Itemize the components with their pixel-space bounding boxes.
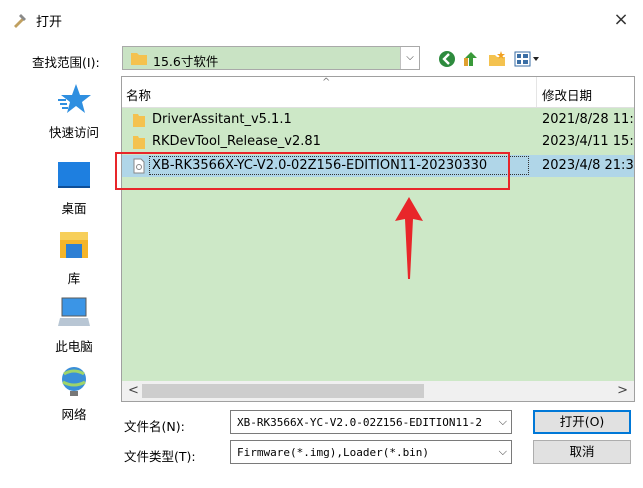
back-icon[interactable] [438,50,456,68]
horizontal-scrollbar[interactable]: < > [122,381,634,401]
file-date: 2021/8/28 11: [542,112,634,127]
open-button[interactable]: 打开(O) [533,410,631,434]
up-folder-icon[interactable] [462,50,480,68]
place-library[interactable]: 库 [30,228,118,292]
chevron-down-icon[interactable]: ⌵ [400,47,419,69]
file-row[interactable]: RKDevTool_Release_v2.81 2023/4/11 15: [122,131,634,153]
view-menu-icon[interactable] [514,50,540,68]
column-name[interactable]: 名称 [126,85,151,104]
places-bar: 快速访问 桌面 库 此电脑 网络 [30,76,118,446]
library-icon [60,232,88,258]
filename-label: 文件名(N): [124,419,185,434]
column-divider[interactable] [536,77,537,107]
title-bar: 打开 × [0,0,643,40]
network-icon [62,367,86,396]
window-title: 打开 [36,15,63,30]
cancel-button[interactable]: 取消 [533,440,631,464]
filename-value: XB-RK3566X-YC-V2.0-02Z156-EDITION11-2 [237,416,483,429]
place-label: 库 [67,271,81,286]
filename-combo[interactable]: XB-RK3566X-YC-V2.0-02Z156-EDITION11-2 ⌵ [230,410,512,434]
chevron-down-icon[interactable]: ⌵ [499,415,507,429]
file-date: 2023/4/8 21:3 [542,158,634,173]
close-button[interactable]: × [606,6,636,34]
filetype-label: 文件类型(T): [124,449,196,464]
lookin-combo[interactable]: 15.6寸软件 ⌵ [122,46,420,70]
place-network[interactable]: 网络 [30,364,118,428]
folder-icon [133,136,145,149]
star-icon [58,84,91,113]
chevron-down-icon[interactable]: ⌵ [499,445,507,459]
folder-icon [131,53,147,65]
place-quick-access[interactable]: 快速访问 [30,82,118,146]
column-header: 名称 ^ 修改日期 [122,77,634,108]
filetype-value: Firmware(*.img),Loader(*.bin) [237,446,430,459]
place-label: 网络 [61,407,87,422]
folder-icon [133,114,145,127]
filetype-combo[interactable]: Firmware(*.img),Loader(*.bin) ⌵ [230,440,512,464]
lookin-label: 查找范围(I): [32,55,100,70]
scroll-left-icon[interactable]: < [128,383,139,398]
file-row[interactable]: DriverAssitant_v5.1.1 2021/8/28 11: [122,109,634,131]
file-name: DriverAssitant_v5.1.1 [152,112,292,127]
computer-icon [58,297,90,326]
open-dialog-icon [14,14,26,28]
desktop-icon [58,162,90,188]
scroll-right-icon[interactable]: > [617,383,628,398]
file-date: 2023/4/11 15: [542,134,634,149]
file-list[interactable]: 名称 ^ 修改日期 DriverAssitant_v5.1.1 2021/8/2… [121,76,635,402]
arrow-up-icon [395,197,423,279]
place-label: 桌面 [61,201,87,216]
place-label: 快速访问 [48,125,99,140]
place-desktop[interactable]: 桌面 [30,158,118,222]
sort-up-icon: ^ [322,77,331,88]
new-folder-icon[interactable] [488,50,506,68]
file-name: RKDevTool_Release_v2.81 [152,134,321,149]
place-this-pc[interactable]: 此电脑 [30,296,118,360]
place-label: 此电脑 [55,339,93,354]
scroll-thumb[interactable] [142,384,424,398]
column-modified[interactable]: 修改日期 [542,85,592,104]
highlight-box [115,152,510,190]
lookin-value: 15.6寸软件 [153,54,219,69]
